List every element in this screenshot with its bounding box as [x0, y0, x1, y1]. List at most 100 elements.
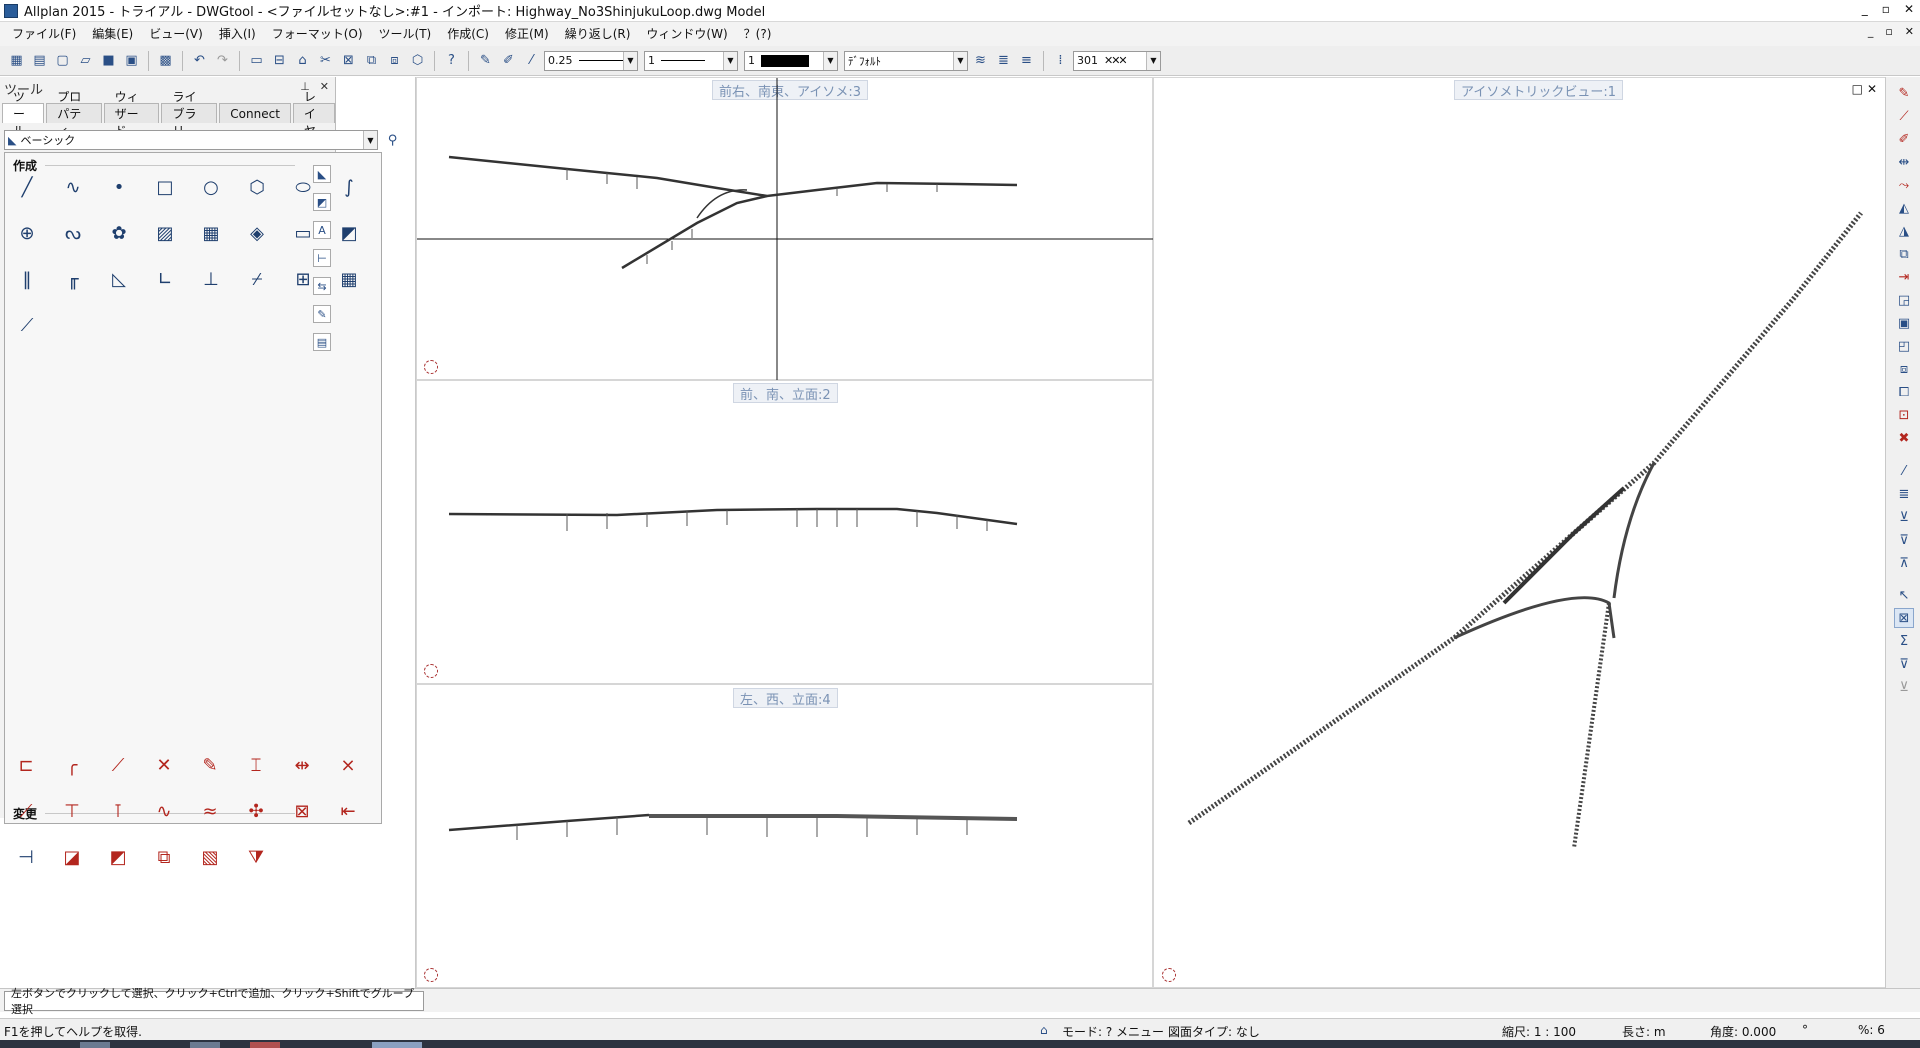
pattern-select[interactable]: 301 ✕✕✕ ▼	[1073, 50, 1161, 71]
curve-tool-icon[interactable]: ᔓ	[61, 221, 85, 245]
palette-side-text-icon[interactable]: A	[313, 221, 331, 239]
drawing-files-icon[interactable]: ▤	[29, 50, 50, 71]
chevron-down-icon[interactable]: ▼	[363, 131, 377, 149]
element-grid-tool-icon[interactable]: ⊞	[291, 267, 315, 291]
curve-modify-icon[interactable]: ⤳	[1894, 175, 1914, 195]
redo-icon[interactable]: ↷	[212, 50, 233, 71]
chevron-down-icon[interactable]: ▼	[723, 51, 737, 70]
edit-icon[interactable]: ✎	[198, 753, 222, 777]
chevron-down-icon[interactable]: ▼	[623, 51, 637, 70]
mdi-close-icon[interactable]: ✕	[1905, 25, 1914, 38]
tangent-tool-icon[interactable]: ⌿	[245, 267, 269, 291]
tab-layer[interactable]: レイヤ	[292, 90, 335, 138]
menu-tools[interactable]: ツール(T)	[371, 22, 440, 46]
allplan-app-icon[interactable]	[4, 3, 18, 18]
filter-color-icon[interactable]: ⊽	[1894, 530, 1914, 550]
tab-properties[interactable]: プロパティ	[46, 90, 102, 138]
move-icon[interactable]: ⇥	[1894, 267, 1914, 287]
polyline-tool-icon[interactable]: ∿	[61, 175, 85, 199]
menu-view[interactable]: ビュー(V)	[141, 22, 211, 46]
pattern-tool-icon[interactable]: ▦	[199, 221, 223, 245]
mdi-minimize-icon[interactable]: _	[1868, 25, 1874, 38]
measure-icon[interactable]: ▭	[246, 50, 267, 71]
view-navigator-icon[interactable]	[424, 968, 438, 982]
save-icon[interactable]: ■	[98, 50, 119, 71]
close-icon[interactable]: ✕	[1904, 2, 1914, 16]
taskbar-item[interactable]	[250, 1042, 280, 1048]
eyedropper-icon[interactable]: ⁄	[521, 50, 542, 71]
view-navigator-icon[interactable]	[424, 360, 438, 374]
edit-properties-icon[interactable]: ⊡	[1894, 405, 1914, 425]
dimension-icon[interactable]: ⊟	[269, 50, 290, 71]
pattern-modify-icon[interactable]: ▧	[198, 845, 222, 869]
tab-library[interactable]: ライブラリ	[161, 90, 218, 138]
print-preview-icon[interactable]: ▣	[121, 50, 142, 71]
distort-icon[interactable]: ◰	[1894, 336, 1914, 356]
modify-polyline-icon[interactable]: ∿	[152, 799, 176, 823]
palette-side-view-icon[interactable]: ◣	[313, 165, 331, 183]
menu-help[interactable]: ？(?)	[736, 22, 780, 46]
menu-insert[interactable]: 挿入(I)	[211, 22, 264, 46]
viewport-left-elevation-4[interactable]: 左、西、立面:4	[416, 684, 1153, 988]
taskbar-item-active[interactable]	[372, 1042, 422, 1048]
menu-window[interactable]: ウィンドウ(W)	[638, 22, 735, 46]
split-icon[interactable]: ✕	[152, 753, 176, 777]
parallel-offset-modify-icon[interactable]: ⊏	[14, 753, 38, 777]
explode-icon[interactable]: ✣	[244, 799, 268, 823]
polygon-tool-icon[interactable]: ⬡	[245, 175, 269, 199]
menu-file[interactable]: ファイル(F)	[4, 22, 84, 46]
menu-modify[interactable]: 修正(M)	[497, 22, 557, 46]
pen-icon[interactable]: ✐	[498, 50, 519, 71]
angle-tool-icon[interactable]: ∟	[153, 267, 177, 291]
layer-visibility-icon[interactable]: ≋	[970, 50, 991, 71]
new-file-icon[interactable]: ▢	[52, 50, 73, 71]
status-mode[interactable]: モード: ? メニュー	[1062, 1023, 1164, 1040]
array-tool-icon[interactable]: ▦	[337, 267, 361, 291]
view-navigator-icon[interactable]	[1162, 968, 1176, 982]
modify-line-icon[interactable]: ⟋	[1894, 106, 1914, 126]
view-icon[interactable]: ⧈	[384, 50, 405, 71]
distribute-icon[interactable]: ⇹	[1894, 152, 1914, 172]
bend-icon[interactable]: ⊺	[106, 799, 130, 823]
status-angle[interactable]: 角度: 0.000	[1710, 1023, 1776, 1040]
tab-wizard[interactable]: ウィザード	[103, 90, 160, 138]
menu-edit[interactable]: 編集(E)	[84, 22, 141, 46]
help-icon[interactable]: ?	[441, 50, 462, 71]
restore-icon[interactable]: ▫	[1882, 2, 1890, 16]
image-tool-icon[interactable]: ▭	[291, 221, 315, 245]
properties-icon[interactable]: ⊠	[338, 50, 359, 71]
taskbar-item[interactable]	[190, 1042, 220, 1048]
ellipse-tool-icon[interactable]: ⬭	[291, 175, 315, 199]
palette-side-table-icon[interactable]: ▤	[313, 333, 331, 351]
crosshair-circle-tool-icon[interactable]: ⊕	[15, 221, 39, 245]
filter-element-icon[interactable]: ⊼	[1894, 553, 1914, 573]
fillet-icon[interactable]: ╭	[60, 753, 84, 777]
3d-cube-icon[interactable]: ⬡	[407, 50, 428, 71]
offset-tool-icon[interactable]: ╓	[61, 267, 85, 291]
pen-thickness-select[interactable]: 0.25 ▼	[544, 50, 638, 71]
mdi-restore-icon[interactable]: ▫	[1885, 25, 1892, 38]
modify-area-icon[interactable]: ◪	[60, 845, 84, 869]
copy-area-icon[interactable]: ⧉	[152, 845, 176, 869]
chamfer-icon[interactable]: ⟋	[106, 753, 130, 777]
rotate-icon[interactable]: ◲	[1894, 290, 1914, 310]
menu-create[interactable]: 作成(C)	[439, 22, 497, 46]
mirror-icon[interactable]: ◭	[1894, 198, 1914, 218]
filter-off-icon[interactable]: ⊻	[1894, 677, 1914, 697]
trim-icon[interactable]: ⨯	[336, 753, 360, 777]
chevron-down-icon[interactable]: ▼	[823, 51, 837, 70]
parallel-lines-tool-icon[interactable]: ‖	[15, 267, 39, 291]
eyedropper-icon[interactable]: ⁄	[1894, 461, 1914, 481]
delete-icon[interactable]: ✂	[315, 50, 336, 71]
layer-icon[interactable]: ⧉	[361, 50, 382, 71]
line-tool-icon[interactable]: ╱	[15, 175, 39, 199]
stack-icon[interactable]: ⧠	[1894, 382, 1914, 402]
status-scale[interactable]: 縮尺: 1 : 100	[1502, 1023, 1576, 1040]
view-navigator-icon[interactable]	[424, 664, 438, 678]
modify-hatch-icon[interactable]: ◩	[106, 845, 130, 869]
spline-tool-icon[interactable]: ∫	[337, 175, 361, 199]
delete-icon[interactable]: ✖	[1894, 428, 1914, 448]
viewport-isometric-3[interactable]: 前右、南東、アイソメ:3	[416, 77, 1154, 381]
viewport-front-elevation-2[interactable]: 前、南、立面:2	[416, 380, 1153, 684]
tab-connect[interactable]: Connect	[219, 103, 291, 123]
